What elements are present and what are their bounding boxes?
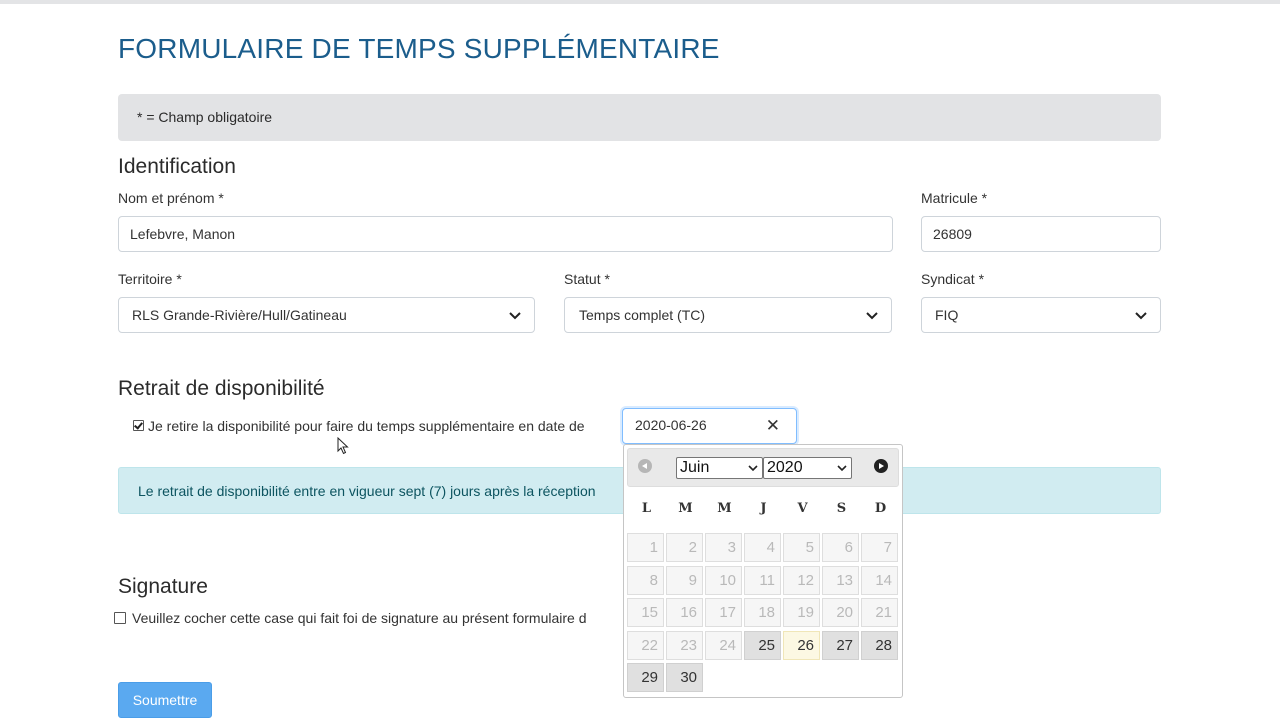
statut-label: Statut * <box>564 271 610 287</box>
section-retrait: Retrait de disponibilité <box>118 377 325 400</box>
calendar-day: 2 <box>666 533 703 562</box>
calendar-day: 6 <box>822 533 859 562</box>
weekday-header: L <box>641 501 652 516</box>
calendar-day[interactable]: 30 <box>666 663 703 692</box>
calendar-day: 21 <box>861 598 898 627</box>
chevron-down-icon <box>509 312 521 320</box>
chevron-down-icon <box>748 465 758 472</box>
calendar-day: 13 <box>822 565 859 595</box>
name-value: Lefebvre, Manon <box>130 226 236 242</box>
calendar-day: 1 <box>627 533 664 562</box>
weekday-header: V <box>797 501 808 516</box>
signature-checkbox[interactable] <box>114 612 126 624</box>
next-month-icon[interactable] <box>874 459 888 473</box>
chevron-down-icon <box>866 312 878 320</box>
datepicker-header: Juin 2020 <box>627 448 899 487</box>
month-select[interactable]: Juin <box>676 457 763 479</box>
statut-value: Temps complet (TC) <box>579 307 706 323</box>
calendar-day[interactable]: 27 <box>822 630 859 660</box>
matricule-field[interactable]: 26809 <box>921 216 1161 252</box>
signature-checkbox-label: Veuillez cocher cette case qui fait foi … <box>132 610 587 626</box>
calendar-day: 12 <box>783 565 820 595</box>
syndicat-value: FIQ <box>935 307 959 323</box>
calendar-day[interactable]: 25 <box>744 630 781 660</box>
retrait-info-text: Le retrait de disponibilité entre en vig… <box>138 483 596 499</box>
calendar-day: 16 <box>666 598 703 627</box>
retrait-checkbox[interactable] <box>133 420 144 431</box>
top-bar <box>0 0 1280 4</box>
name-label: Nom et prénom * <box>118 190 224 206</box>
syndicat-label: Syndicat * <box>921 271 985 287</box>
calendar-day: 22 <box>627 630 664 660</box>
retrait-date-value: 2020-06-26 <box>635 417 707 433</box>
calendar-day: 19 <box>783 598 820 627</box>
name-field[interactable]: Lefebvre, Manon <box>118 216 893 252</box>
submit-button[interactable]: Soumettre <box>118 682 212 718</box>
calendar-day: 18 <box>744 598 781 627</box>
weekday-header: S <box>836 501 847 516</box>
retrait-date-input[interactable]: 2020-06-26 ✕ <box>622 408 797 444</box>
retrait-checkbox-label: Je retire la disponibilité pour faire du… <box>148 418 585 434</box>
section-signature: Signature <box>118 575 208 598</box>
calendar-day: 3 <box>705 533 742 562</box>
year-value: 2020 <box>767 459 803 476</box>
territoire-select[interactable]: RLS Grande-Rivière/Hull/Gatineau <box>118 297 535 333</box>
calendar-day: 24 <box>705 630 742 660</box>
matricule-value: 26809 <box>933 226 972 242</box>
weekday-header: D <box>874 501 887 516</box>
required-notice: * = Champ obligatoire <box>118 94 1161 141</box>
statut-select[interactable]: Temps complet (TC) <box>564 297 892 333</box>
page-title: FORMULAIRE DE TEMPS SUPPLÉMENTAIRE <box>118 33 720 64</box>
year-select[interactable]: 2020 <box>763 457 852 479</box>
calendar-day: 17 <box>705 598 742 627</box>
calendar-day[interactable]: 29 <box>627 663 664 692</box>
weekday-header: M <box>678 501 693 516</box>
datepicker-popup: Juin 2020 L M M J V S D 1 2 3 4 5 6 7 8 9 10 11 12 13 14 15 16… <box>623 444 903 698</box>
calendar-day: 9 <box>666 565 703 595</box>
month-value: Juin <box>680 459 710 476</box>
calendar-day: 20 <box>822 598 859 627</box>
weekday-header: M <box>717 501 732 516</box>
calendar-day: 8 <box>627 565 664 595</box>
chevron-down-icon <box>837 465 847 472</box>
territoire-value: RLS Grande-Rivière/Hull/Gatineau <box>132 307 347 323</box>
matricule-label: Matricule * <box>921 190 988 206</box>
mouse-cursor-icon <box>337 437 349 455</box>
calendar-day: 7 <box>861 533 898 562</box>
territoire-label: Territoire * <box>118 271 182 287</box>
calendar-day: 23 <box>666 630 703 660</box>
syndicat-select[interactable]: FIQ <box>921 297 1161 333</box>
calendar-day[interactable]: 26 <box>783 630 820 660</box>
calendar-day: 10 <box>705 565 742 595</box>
clear-icon[interactable]: ✕ <box>766 409 780 442</box>
weekday-header: J <box>760 501 767 516</box>
prev-month-icon[interactable] <box>638 459 652 473</box>
calendar-day: 14 <box>861 565 898 595</box>
calendar-day: 15 <box>627 598 664 627</box>
section-identification: Identification <box>118 155 236 178</box>
chevron-down-icon <box>1135 312 1147 320</box>
calendar-day[interactable]: 28 <box>861 630 898 660</box>
calendar-day: 11 <box>744 565 781 595</box>
calendar-day: 5 <box>783 533 820 562</box>
calendar-day: 4 <box>744 533 781 562</box>
